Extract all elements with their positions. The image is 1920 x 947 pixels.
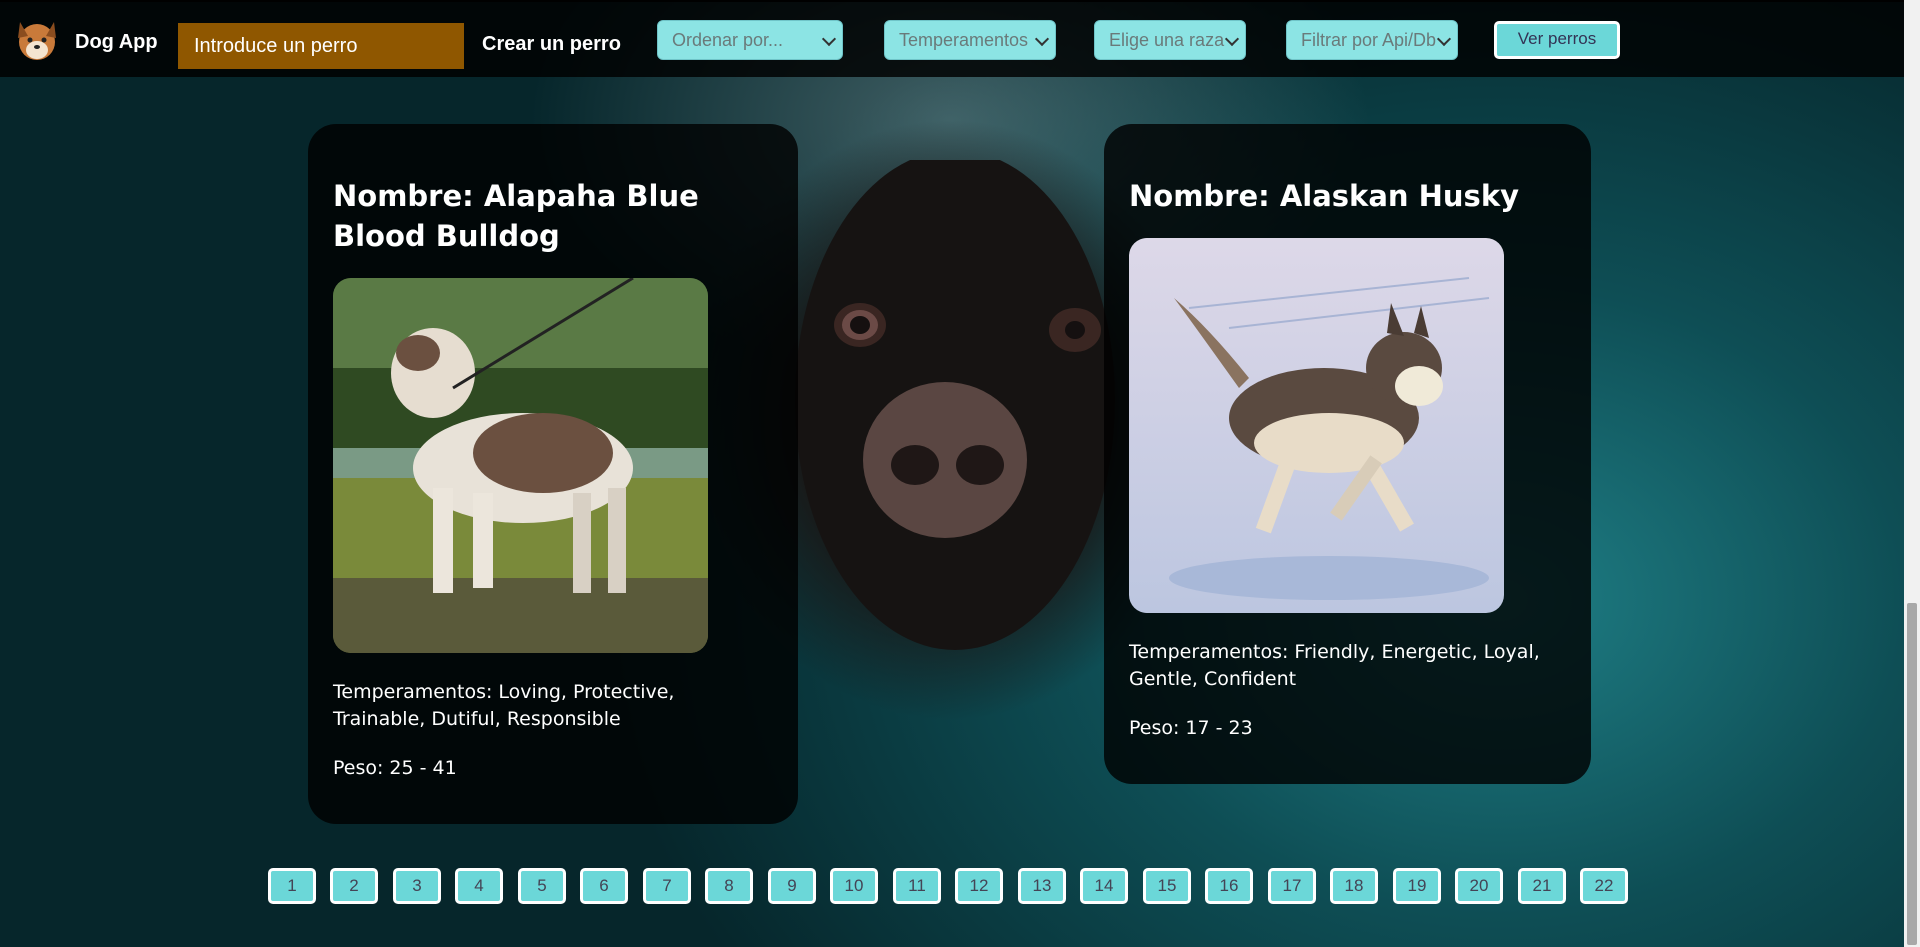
- sort-select-label: Ordenar por...: [672, 30, 784, 50]
- search-input[interactable]: [178, 23, 464, 69]
- page-button-7[interactable]: 7: [643, 868, 691, 904]
- dog-card-weight: Peso: 25 - 41: [333, 757, 457, 779]
- page-button-21[interactable]: 21: [1518, 868, 1566, 904]
- page-button-15[interactable]: 15: [1143, 868, 1191, 904]
- chevron-down-icon: [1034, 31, 1050, 47]
- page-button-12[interactable]: 12: [955, 868, 1003, 904]
- page-button-6[interactable]: 6: [580, 868, 628, 904]
- page-button-19[interactable]: 19: [1393, 868, 1441, 904]
- navbar: Dog App Crear un perro Ordenar por... Te…: [0, 0, 1904, 77]
- sort-select[interactable]: Ordenar por...: [657, 20, 843, 60]
- page-button-13[interactable]: 13: [1018, 868, 1066, 904]
- dog-card[interactable]: Nombre: Alaskan Husky Temperamentos: Fri…: [1104, 124, 1591, 784]
- chevron-down-icon: [1224, 31, 1240, 47]
- chevron-down-icon: [821, 31, 837, 47]
- dog-card-temperaments: Temperamentos: Loving, Protective, Train…: [333, 681, 675, 730]
- vertical-scrollbar[interactable]: [1904, 0, 1920, 947]
- create-dog-link[interactable]: Crear un perro: [482, 33, 621, 56]
- page-button-8[interactable]: 8: [705, 868, 753, 904]
- temperaments-select[interactable]: Temperamentos: [884, 20, 1056, 60]
- page-button-4[interactable]: 4: [455, 868, 503, 904]
- page-button-20[interactable]: 20: [1455, 868, 1503, 904]
- temperaments-select-label: Temperamentos: [899, 30, 1029, 50]
- background-dog-image: [795, 160, 1115, 650]
- dog-card[interactable]: Nombre: Alapaha Blue Blood Bulldog Tempe…: [308, 124, 798, 824]
- page-button-11[interactable]: 11: [893, 868, 941, 904]
- husky-photo: [1129, 238, 1504, 613]
- bulldog-photo: [333, 278, 708, 653]
- page-button-5[interactable]: 5: [518, 868, 566, 904]
- breed-select-label: Elige una raza: [1109, 30, 1225, 50]
- dog-card-temperaments: Temperamentos: Friendly, Energetic, Loya…: [1129, 641, 1540, 690]
- page-button-18[interactable]: 18: [1330, 868, 1378, 904]
- page-button-10[interactable]: 10: [830, 868, 878, 904]
- page-button-16[interactable]: 16: [1205, 868, 1253, 904]
- dog-card-weight: Peso: 17 - 23: [1129, 717, 1253, 739]
- source-filter-select-label: Filtrar por Api/Db: [1301, 30, 1437, 50]
- page-button-3[interactable]: 3: [393, 868, 441, 904]
- page-button-2[interactable]: 2: [330, 868, 378, 904]
- scrollbar-thumb[interactable]: [1907, 603, 1917, 945]
- chevron-down-icon: [1436, 31, 1452, 47]
- breed-select[interactable]: Elige una raza: [1094, 20, 1246, 60]
- dog-logo-icon[interactable]: [14, 16, 60, 64]
- page-button-14[interactable]: 14: [1080, 868, 1128, 904]
- page-button-1[interactable]: 1: [268, 868, 316, 904]
- dog-card-title: Nombre: Alapaha Blue Blood Bulldog: [333, 179, 699, 253]
- page-button-9[interactable]: 9: [768, 868, 816, 904]
- view-dogs-button[interactable]: Ver perros: [1494, 21, 1620, 59]
- dog-card-title: Nombre: Alaskan Husky: [1129, 179, 1520, 213]
- page-button-22[interactable]: 22: [1580, 868, 1628, 904]
- source-filter-select[interactable]: Filtrar por Api/Db: [1286, 20, 1458, 60]
- page-button-17[interactable]: 17: [1268, 868, 1316, 904]
- app-title[interactable]: Dog App: [75, 31, 158, 54]
